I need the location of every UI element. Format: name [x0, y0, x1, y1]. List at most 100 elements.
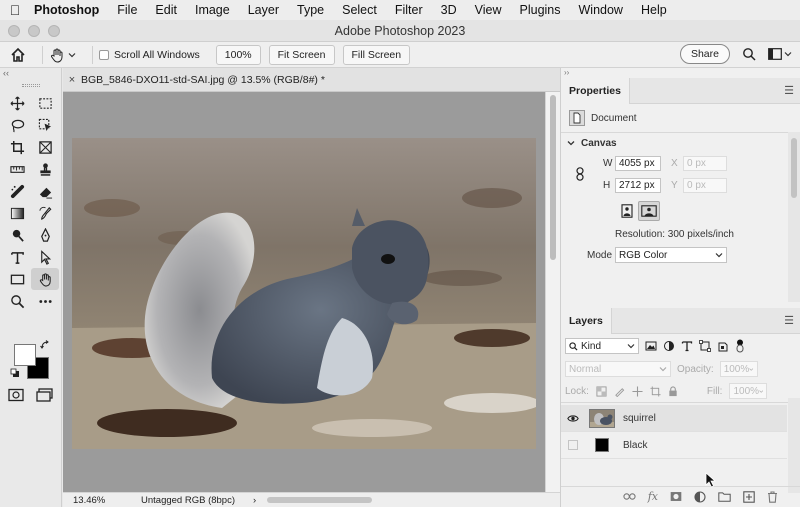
menu-image[interactable]: Image	[186, 3, 239, 17]
hand-tool[interactable]	[31, 268, 59, 290]
menu-window[interactable]: Window	[570, 3, 632, 17]
move-tool[interactable]	[3, 92, 31, 114]
shape-layer-filter-icon[interactable]	[699, 340, 711, 352]
delete-layer-icon[interactable]	[767, 490, 778, 503]
search-icon[interactable]	[742, 47, 756, 61]
layer-visibility-toggle[interactable]	[561, 440, 585, 450]
menu-plugins[interactable]: Plugins	[511, 3, 570, 17]
status-menu-arrow[interactable]: ›	[253, 495, 267, 506]
hidden-visibility-box[interactable]	[568, 440, 578, 450]
fill-screen-button[interactable]: Fill Screen	[342, 44, 411, 65]
menu-edit[interactable]: Edit	[146, 3, 186, 17]
new-group-icon[interactable]	[718, 491, 731, 502]
menu-layer[interactable]: Layer	[239, 3, 288, 17]
adjustment-layer-filter-icon[interactable]	[663, 340, 675, 352]
zoom-level[interactable]: 13.46%	[63, 495, 123, 506]
x-field[interactable]: 0 px	[683, 156, 727, 171]
lock-transparent-icon[interactable]	[596, 385, 607, 397]
layer-name[interactable]: squirrel	[623, 413, 656, 424]
layer-name[interactable]: Black	[623, 440, 647, 451]
canvas-area[interactable]	[63, 92, 545, 492]
width-field[interactable]: 4055 px	[615, 156, 661, 171]
home-button[interactable]	[0, 47, 36, 63]
object-selection-tool[interactable]	[31, 114, 59, 136]
menu-view[interactable]: View	[466, 3, 511, 17]
collapse-toolbar-icon[interactable]: ‹‹	[0, 68, 61, 82]
document-image[interactable]	[72, 138, 536, 449]
screen-mode-button[interactable]	[36, 388, 54, 405]
share-button[interactable]: Share	[679, 44, 730, 64]
history-brush-tool[interactable]	[31, 202, 59, 224]
fill-field[interactable]: 100%	[729, 383, 768, 399]
filter-toggle-icon[interactable]	[735, 339, 745, 353]
zoom-tool[interactable]	[3, 290, 31, 312]
layer-row-black[interactable]: Black	[561, 432, 787, 459]
blend-mode-select[interactable]: Normal	[565, 361, 671, 377]
collapse-panels-icon[interactable]: ››	[561, 68, 800, 78]
clone-stamp-tool[interactable]	[31, 158, 59, 180]
healing-brush-tool[interactable]	[3, 180, 31, 202]
checkbox-box[interactable]	[99, 49, 109, 60]
zoom-100-button[interactable]: 100%	[215, 44, 261, 65]
menu-filter[interactable]: Filter	[386, 3, 432, 17]
menu-app-photoshop[interactable]: Photoshop	[30, 3, 108, 17]
hand-tool-preset-picker[interactable]	[49, 47, 76, 63]
marquee-tool[interactable]	[31, 92, 59, 114]
eraser-tool[interactable]	[31, 180, 59, 202]
gradient-tool[interactable]	[3, 202, 31, 224]
y-field[interactable]: 0 px	[683, 178, 727, 193]
properties-scrollbar[interactable]	[788, 132, 800, 302]
document-tab-title[interactable]: BGB_5846-DXO11-std-SAI.jpg @ 13.5% (RGB/…	[81, 74, 325, 86]
close-document-icon[interactable]: ×	[63, 74, 81, 86]
panel-menu-icon[interactable]: ☰	[784, 314, 794, 327]
scroll-all-windows-checkbox[interactable]: Scroll All Windows	[99, 49, 200, 61]
landscape-orientation-button[interactable]	[638, 201, 660, 221]
path-selection-tool[interactable]	[31, 246, 59, 268]
canvas-vertical-scrollbar[interactable]	[545, 92, 560, 492]
lock-image-icon[interactable]	[614, 386, 625, 397]
opacity-field[interactable]: 100%	[719, 361, 758, 377]
tab-properties[interactable]: Properties	[561, 77, 630, 104]
color-mode-select[interactable]: RGB Color	[615, 247, 727, 263]
foreground-color-swatch[interactable]	[14, 344, 36, 366]
frame-tool[interactable]	[31, 136, 59, 158]
toolbar-grip[interactable]	[0, 82, 61, 92]
type-tool[interactable]	[3, 246, 31, 268]
pen-tool[interactable]	[31, 224, 59, 246]
quick-mask-button[interactable]	[8, 388, 24, 405]
add-mask-icon[interactable]	[670, 491, 682, 502]
type-layer-filter-icon[interactable]	[681, 340, 693, 352]
layer-visibility-toggle[interactable]	[561, 414, 585, 423]
canvas-section-header[interactable]: Canvas	[561, 133, 800, 153]
horizontal-scrollbar-thumb[interactable]	[267, 497, 372, 503]
blur-tool[interactable]	[3, 224, 31, 246]
lock-position-icon[interactable]	[632, 385, 643, 397]
document-tab[interactable]: × BGB_5846-DXO11-std-SAI.jpg @ 13.5% (RG…	[63, 68, 560, 92]
layers-scrollbar[interactable]	[788, 398, 800, 493]
link-dimensions-icon[interactable]	[575, 167, 585, 181]
layer-row-squirrel[interactable]: squirrel	[561, 405, 787, 432]
lock-all-icon[interactable]	[668, 385, 678, 397]
workspace-switcher[interactable]	[768, 48, 792, 60]
edit-toolbar-button[interactable]	[31, 290, 59, 312]
portrait-orientation-button[interactable]	[619, 202, 635, 220]
tab-layers[interactable]: Layers	[561, 307, 612, 334]
filter-kind-select[interactable]: Kind	[565, 338, 639, 354]
pixel-layer-filter-icon[interactable]	[645, 340, 657, 352]
panel-menu-icon[interactable]: ☰	[784, 84, 794, 97]
default-colors-icon[interactable]	[10, 368, 20, 378]
menu-3d[interactable]: 3D	[432, 3, 466, 17]
menu-file[interactable]: File	[108, 3, 146, 17]
lasso-tool[interactable]	[3, 114, 31, 136]
menu-help[interactable]: Help	[632, 3, 676, 17]
ruler-tool[interactable]	[3, 158, 31, 180]
apple-menu-icon[interactable]: 	[0, 2, 30, 18]
new-layer-icon[interactable]	[743, 490, 755, 503]
rectangle-tool[interactable]	[3, 268, 31, 290]
fit-screen-button[interactable]: Fit Screen	[268, 44, 335, 65]
link-layers-icon[interactable]	[623, 492, 636, 501]
lock-artboard-icon[interactable]	[650, 385, 661, 397]
menu-type[interactable]: Type	[288, 3, 333, 17]
swap-colors-icon[interactable]	[40, 340, 50, 350]
layer-style-icon[interactable]: fx	[648, 490, 658, 503]
